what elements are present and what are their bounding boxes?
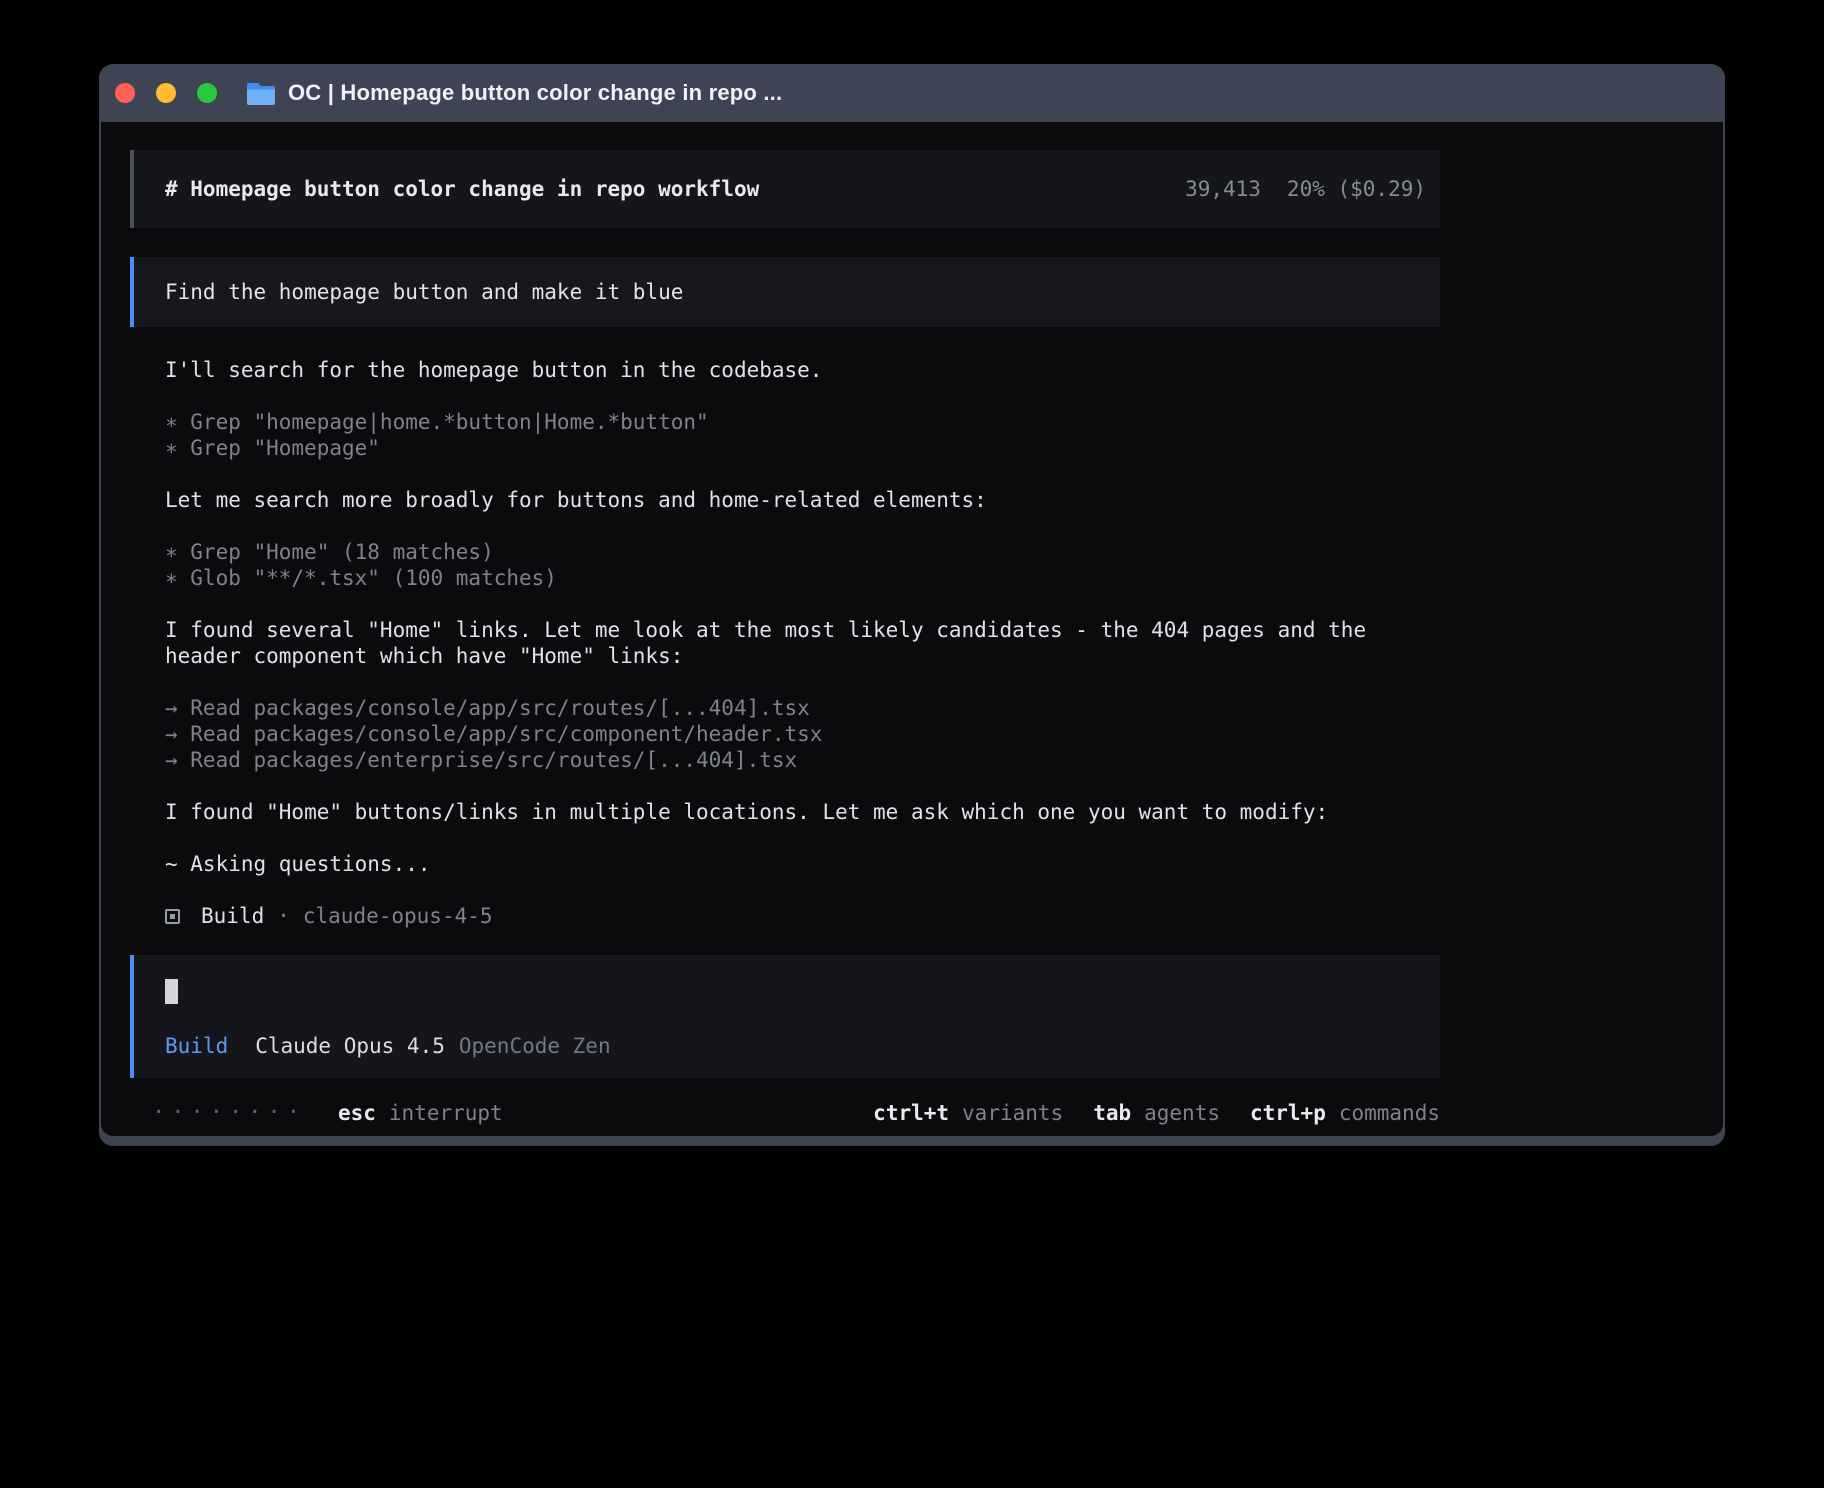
- tool-call-read: → Read packages/console/app/src/routes/[…: [165, 695, 1420, 721]
- assistant-text: I found several "Home" links. Let me loo…: [165, 617, 1420, 669]
- assistant-text: I found "Home" buttons/links in multiple…: [165, 799, 1420, 825]
- tool-call-grep: ∗ Grep "Homepage": [165, 435, 1420, 461]
- agent-name: Build: [201, 903, 264, 929]
- user-message: Find the homepage button and make it blu…: [130, 257, 1440, 327]
- tool-call-read: → Read packages/enterprise/src/routes/[.…: [165, 747, 1420, 773]
- mode-badge[interactable]: Build: [165, 1034, 228, 1058]
- context-cost: 20% ($0.29): [1287, 177, 1426, 201]
- traffic-lights: [115, 83, 217, 103]
- tool-call-read: → Read packages/console/app/src/componen…: [165, 721, 1420, 747]
- session-stats: 39,413 20% ($0.29): [1185, 177, 1426, 201]
- agent-mode-icon: [165, 909, 180, 924]
- window-title: OC | Homepage button color change in rep…: [288, 80, 782, 106]
- agent-model: claude-opus-4-5: [303, 903, 493, 929]
- folder-icon: [247, 82, 275, 105]
- conversation-transcript: I'll search for the homepage button in t…: [130, 357, 1440, 929]
- minimize-button[interactable]: [156, 83, 176, 103]
- window-titlebar[interactable]: OC | Homepage button color change in rep…: [99, 64, 1725, 122]
- separator-dot: ·: [277, 903, 290, 929]
- token-count: 39,413: [1185, 177, 1261, 201]
- assistant-text: Let me search more broadly for buttons a…: [165, 487, 1420, 513]
- shortcut-agents[interactable]: tab agents: [1093, 1101, 1220, 1125]
- status-asking-questions: ~ Asking questions...: [165, 851, 1420, 877]
- esc-shortcut-label: interrupt: [389, 1101, 503, 1125]
- session-header: # Homepage button color change in repo w…: [130, 150, 1440, 228]
- tool-call-grep: ∗ Grep "Home" (18 matches): [165, 539, 1420, 565]
- app-window: OC | Homepage button color change in rep…: [99, 64, 1725, 1146]
- close-button[interactable]: [115, 83, 135, 103]
- model-name[interactable]: Claude Opus 4.5: [255, 1034, 445, 1058]
- prompt-input[interactable]: Build Claude Opus 4.5 OpenCode Zen: [130, 955, 1440, 1078]
- shortcut-commands[interactable]: ctrl+p commands: [1250, 1101, 1440, 1125]
- text-cursor: [165, 979, 178, 1004]
- footer-shortcuts: ctrl+t variants tab agents ctrl+p comman…: [873, 1101, 1440, 1125]
- assistant-text: I'll search for the homepage button in t…: [165, 357, 1420, 383]
- zoom-button[interactable]: [197, 83, 217, 103]
- session-title: # Homepage button color change in repo w…: [165, 177, 1185, 201]
- esc-shortcut-key[interactable]: esc: [338, 1101, 376, 1125]
- tool-call-glob: ∗ Glob "**/*.tsx" (100 matches): [165, 565, 1420, 591]
- input-status-bar: Build Claude Opus 4.5 OpenCode Zen: [165, 1034, 1440, 1058]
- activity-spinner: ········: [152, 1100, 306, 1125]
- tool-call-grep: ∗ Grep "homepage|home.*button|Home.*butt…: [165, 409, 1420, 435]
- terminal-pane: # Homepage button color change in repo w…: [101, 122, 1723, 1136]
- user-message-text: Find the homepage button and make it blu…: [165, 280, 683, 304]
- provider-name: OpenCode Zen: [459, 1034, 611, 1058]
- status-footer: ········ esc interrupt ctrl+t variants t…: [130, 1100, 1440, 1125]
- agent-status-line: Build · claude-opus-4-5: [165, 903, 1420, 929]
- shortcut-variants[interactable]: ctrl+t variants: [873, 1101, 1063, 1125]
